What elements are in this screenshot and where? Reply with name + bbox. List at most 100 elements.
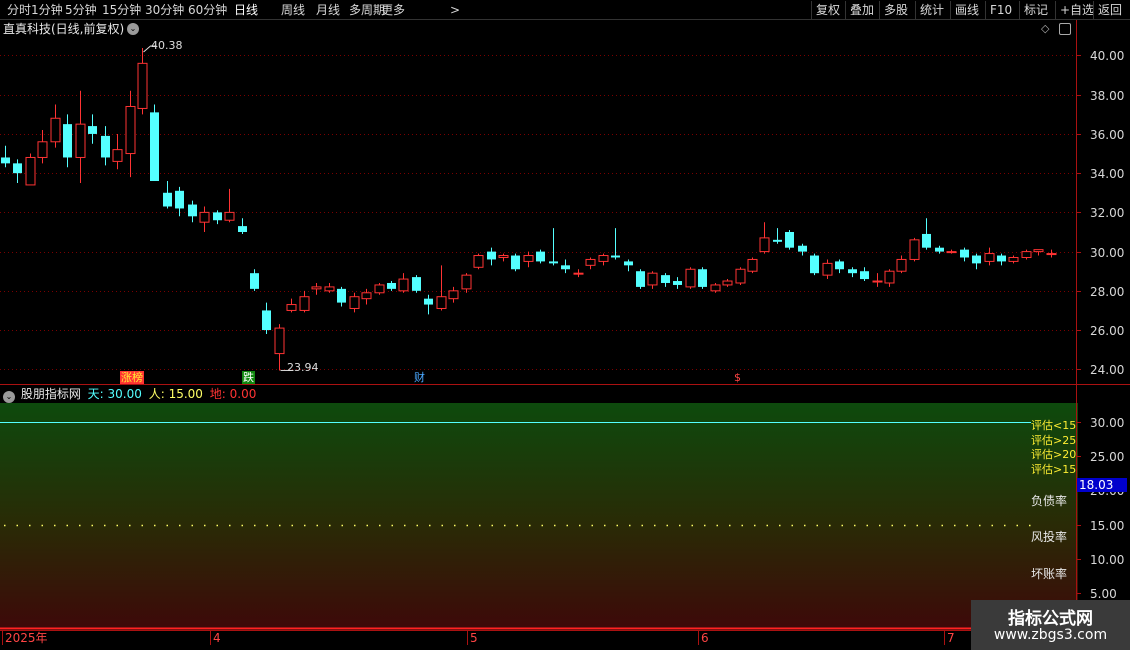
candle: [848, 267, 857, 278]
candle: [884, 269, 895, 287]
candle: [13, 159, 22, 183]
high-price-label: 40.38: [151, 39, 183, 52]
watermark-url: www.zbgs3.com: [993, 627, 1108, 643]
candle: [585, 257, 596, 270]
candle: [624, 259, 633, 272]
price-grid: [0, 55, 1081, 370]
candle: [436, 265, 447, 311]
indicator-name[interactable]: 股朋指标网: [21, 387, 81, 401]
candle: [286, 298, 297, 313]
candle: [238, 218, 247, 234]
candle: [511, 253, 520, 272]
candle: [199, 206, 210, 232]
candle: [387, 281, 396, 291]
limit-up-marker[interactable]: 涨榜: [120, 371, 144, 384]
candle: [137, 48, 148, 115]
candle: [299, 290, 310, 313]
price-tick-label: 28.00: [1090, 284, 1125, 299]
candle: [611, 228, 620, 260]
drop-marker[interactable]: 跌: [242, 371, 255, 384]
indicator-tick-label: 10.00: [1090, 552, 1125, 567]
eval-label: 评估>25: [1031, 434, 1077, 447]
candle: [536, 249, 545, 264]
candle: [698, 267, 707, 289]
candle: [448, 286, 459, 303]
candle: [150, 104, 159, 182]
price-tick-label: 30.00: [1090, 245, 1125, 260]
eval-label: 评估<15: [1031, 419, 1077, 432]
candle-series: [1, 48, 1057, 371]
candle: [461, 273, 472, 293]
candle: [661, 273, 670, 287]
indicator-menu-icon[interactable]: ⌄: [3, 391, 15, 403]
candle: [1008, 255, 1019, 264]
ratio-label: 风投率: [1031, 530, 1068, 544]
ratio-label: 坏账率: [1031, 567, 1068, 581]
candle: [337, 286, 346, 307]
candle: [710, 282, 721, 293]
candle: [798, 243, 807, 256]
candle: [785, 230, 794, 250]
candle: [647, 271, 658, 289]
candle: [673, 277, 682, 289]
indicator-header: ⌄ 股朋指标网 天: 30.00 人: 15.00 地: 0.00: [3, 387, 257, 403]
indicator-tick-label: 25.00: [1090, 449, 1125, 464]
candle: [311, 282, 322, 295]
candle: [972, 253, 981, 270]
candle: [685, 267, 696, 289]
indicator-tick-label: 15.00: [1090, 518, 1125, 533]
date-label: 4: [213, 631, 221, 645]
candle: [250, 269, 259, 291]
candle: [88, 114, 97, 144]
price-tick-label: 36.00: [1090, 127, 1125, 142]
candle: [274, 324, 285, 371]
low-price-label: 23.94: [287, 361, 319, 374]
price-tick-label: 26.00: [1090, 323, 1125, 338]
watermark: 指标公式网 www.zbgs3.com: [971, 600, 1130, 650]
candle: [175, 186, 184, 217]
candle: [75, 90, 86, 183]
candle: [125, 90, 136, 178]
tian-value: 天: 30.00: [87, 387, 142, 401]
current-value-tag: 18.03: [1077, 478, 1127, 492]
ren-value: 人: 15.00: [148, 387, 203, 401]
price-tick-label: 38.00: [1090, 88, 1125, 103]
candle: [822, 259, 833, 280]
candle: [573, 269, 584, 278]
price-tick-label: 24.00: [1090, 362, 1125, 377]
candle: [112, 133, 123, 170]
candle: [549, 228, 558, 266]
candle: [188, 200, 197, 223]
finance-marker[interactable]: 财: [413, 371, 426, 384]
candle: [1021, 249, 1032, 260]
candle: [412, 275, 421, 293]
price-tick-label: 32.00: [1090, 205, 1125, 220]
candle: [747, 257, 758, 274]
candle: [324, 282, 335, 293]
price-tick-label: 40.00: [1090, 48, 1125, 63]
indicator-tick-label: 5.00: [1090, 586, 1117, 601]
candle: [860, 267, 869, 282]
candle: [759, 222, 770, 254]
indicator-tick-label: 30.00: [1090, 415, 1125, 430]
dollar-marker[interactable]: $: [733, 371, 742, 384]
candle: [735, 267, 746, 285]
candle: [896, 255, 907, 274]
candle: [946, 249, 957, 254]
candle: [374, 282, 385, 295]
candle: [224, 188, 235, 223]
candle: [960, 247, 969, 262]
candle: [835, 259, 844, 274]
candle: [163, 181, 172, 209]
candle: [398, 273, 409, 293]
date-label: 6: [701, 631, 709, 645]
date-label: 7: [947, 631, 955, 645]
candle: [37, 130, 48, 164]
candle: [213, 210, 222, 225]
date-label: 2025年: [5, 631, 48, 645]
di-value: 地: 0.00: [209, 387, 257, 401]
ratio-label: 负债率: [1031, 494, 1068, 508]
date-label: 5: [470, 631, 478, 645]
indicator-background: [0, 403, 1078, 628]
candle: [25, 153, 36, 186]
